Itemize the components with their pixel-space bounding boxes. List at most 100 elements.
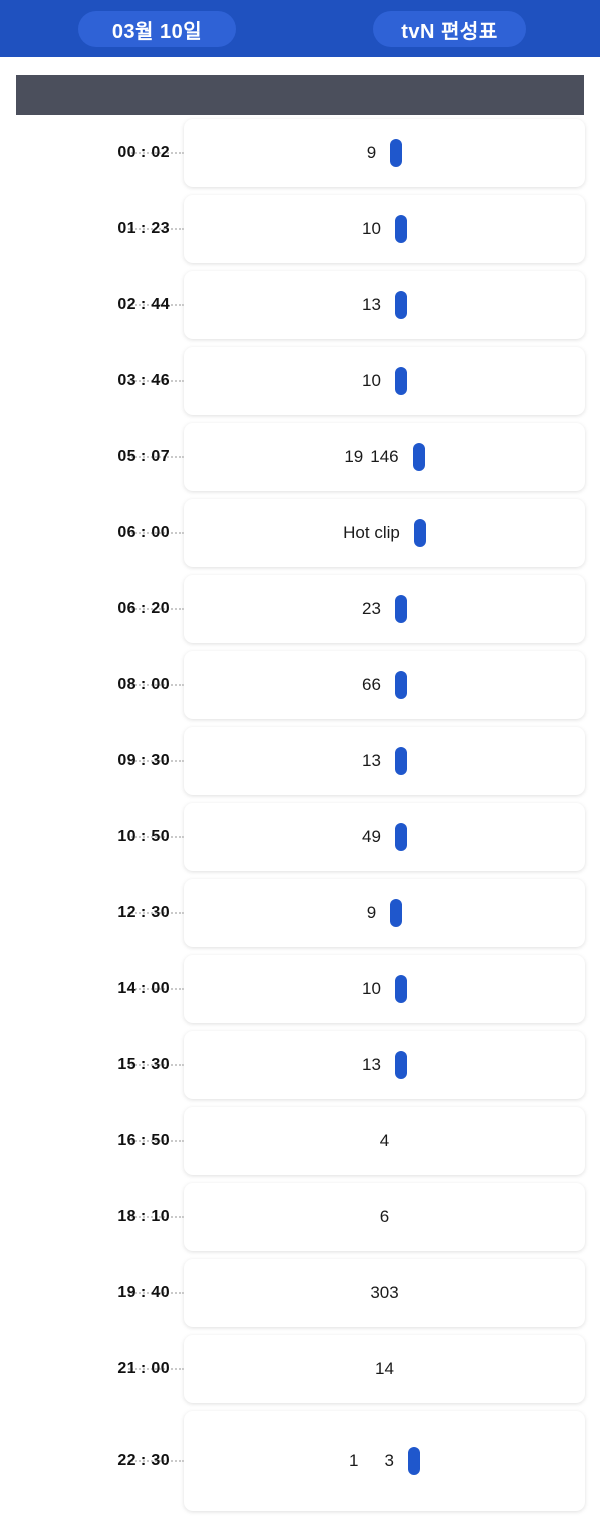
- row-time-label: 16 : 50: [117, 1132, 170, 1149]
- time-column: 02 : 44: [0, 271, 184, 339]
- time-column: 16 : 50: [0, 1107, 184, 1175]
- row-time-label: 21 : 00: [117, 1360, 170, 1377]
- program-card[interactable]: 10: [184, 195, 585, 263]
- program-card[interactable]: 4: [184, 1107, 585, 1175]
- schedule-row[interactable]: 10 : 50 49: [0, 803, 600, 871]
- schedule-row[interactable]: 06 : 00 Hot clip: [0, 499, 600, 567]
- schedule-row[interactable]: 15 : 30 13: [0, 1031, 600, 1099]
- time-column: 10 : 50: [0, 803, 184, 871]
- program-card[interactable]: 13: [184, 1031, 585, 1099]
- program-card[interactable]: 23: [184, 575, 585, 643]
- program-title: 13: [362, 751, 381, 770]
- program-subtitle: 3: [384, 1451, 394, 1470]
- row-time-label: 12 : 30: [117, 904, 170, 921]
- time-column: 03 : 46: [0, 347, 184, 415]
- schedule-row[interactable]: 16 : 50 4: [0, 1107, 600, 1175]
- schedule-row[interactable]: 01 : 23 10: [0, 195, 600, 263]
- program-card[interactable]: 10: [184, 955, 585, 1023]
- row-time-label: 06 : 20: [117, 600, 170, 617]
- program-title: 49: [362, 827, 381, 846]
- schedule-row[interactable]: 22 : 30 1 3: [0, 1411, 600, 1511]
- program-card[interactable]: Hot clip: [184, 499, 585, 567]
- time-column: 19 : 40: [0, 1259, 184, 1327]
- row-time-label: 19 : 40: [117, 1284, 170, 1301]
- program-card[interactable]: 49: [184, 803, 585, 871]
- schedule-row[interactable]: 14 : 00 10: [0, 955, 600, 1023]
- program-card-content: 4: [380, 1131, 389, 1151]
- program-card-content: 10: [362, 975, 407, 1003]
- program-title: 14: [375, 1359, 394, 1378]
- program-card[interactable]: 13: [184, 727, 585, 795]
- schedule-row[interactable]: 05 : 07 19 146: [0, 423, 600, 491]
- row-time-label: 14 : 00: [117, 980, 170, 997]
- time-column: 06 : 00: [0, 499, 184, 567]
- schedule-row[interactable]: 12 : 30 9: [0, 879, 600, 947]
- schedule-row[interactable]: 21 : 00 14: [0, 1335, 600, 1403]
- program-card[interactable]: 66: [184, 651, 585, 719]
- time-column: 15 : 30: [0, 1031, 184, 1099]
- program-title: 10: [362, 371, 381, 390]
- row-time-label: 00 : 02: [117, 144, 170, 161]
- date-chip-button[interactable]: 03월 10일: [78, 11, 236, 47]
- time-column: 09 : 30: [0, 727, 184, 795]
- time-column: 22 : 30: [0, 1411, 184, 1511]
- row-time-label: 10 : 50: [117, 828, 170, 845]
- program-title: 19: [344, 447, 364, 466]
- program-title: 9: [366, 903, 377, 922]
- program-title: 4: [379, 1131, 390, 1150]
- time-column: 00 : 02: [0, 119, 184, 187]
- program-card[interactable]: 19 146: [184, 423, 585, 491]
- program-marker-icon: [394, 975, 407, 1003]
- program-card-content: 66: [362, 671, 407, 699]
- schedule-row[interactable]: 18 : 10 6: [0, 1183, 600, 1251]
- schedule-row[interactable]: 08 : 00 66: [0, 651, 600, 719]
- schedule-row[interactable]: 02 : 44 13: [0, 271, 600, 339]
- program-card-content: 9: [366, 899, 403, 927]
- channel-chip-button[interactable]: tvN 편성표: [373, 11, 526, 47]
- program-marker-icon: [394, 671, 407, 699]
- program-card[interactable]: 13: [184, 1411, 585, 1511]
- time-column: 21 : 00: [0, 1335, 184, 1403]
- program-title: 1: [349, 1451, 359, 1470]
- row-time-label: 15 : 30: [117, 1056, 170, 1073]
- top-bar: 03월 10일 tvN 편성표: [0, 0, 600, 57]
- program-card-content: 10: [362, 215, 407, 243]
- schedule-row[interactable]: 09 : 30 13: [0, 727, 600, 795]
- time-column: 06 : 20: [0, 575, 184, 643]
- program-card[interactable]: 303: [184, 1259, 585, 1327]
- program-card-content: 6: [380, 1207, 389, 1227]
- row-time-label: 01 : 23: [117, 220, 170, 237]
- program-marker-icon: [394, 215, 407, 243]
- program-marker-icon: [394, 595, 407, 623]
- schedule-row[interactable]: 06 : 20 23: [0, 575, 600, 643]
- program-marker-icon: [394, 747, 407, 775]
- program-title: 10: [362, 979, 381, 998]
- program-card[interactable]: 6: [184, 1183, 585, 1251]
- row-time-label: 02 : 44: [117, 296, 170, 313]
- program-subtitle: 146: [370, 447, 399, 466]
- program-card-content: 14: [375, 1359, 394, 1379]
- time-column: 18 : 10: [0, 1183, 184, 1251]
- program-marker-icon: [413, 519, 426, 547]
- program-card-content: 19 146: [344, 443, 425, 471]
- program-title: 10: [362, 219, 381, 238]
- program-marker-icon: [407, 1447, 420, 1475]
- row-time-label: 06 : 00: [117, 524, 170, 541]
- row-time-label: 18 : 10: [117, 1208, 170, 1225]
- program-card[interactable]: 9: [184, 119, 585, 187]
- program-title: 23: [362, 599, 381, 618]
- schedule-row[interactable]: 03 : 46 10: [0, 347, 600, 415]
- program-card[interactable]: 10: [184, 347, 585, 415]
- row-time-label: 05 : 07: [117, 448, 170, 465]
- program-card[interactable]: 14: [184, 1335, 585, 1403]
- program-card[interactable]: 13: [184, 271, 585, 339]
- schedule-row[interactable]: 19 : 40 303: [0, 1259, 600, 1327]
- schedule-row[interactable]: 00 : 02 9: [0, 119, 600, 187]
- program-card-content: 13: [362, 747, 407, 775]
- program-card-content: 10: [362, 367, 407, 395]
- program-title: 6: [379, 1207, 390, 1226]
- program-card-content: 9: [367, 139, 403, 167]
- row-time-label: 09 : 30: [117, 752, 170, 769]
- program-card-content: 303: [370, 1283, 398, 1303]
- program-card[interactable]: 9: [184, 879, 585, 947]
